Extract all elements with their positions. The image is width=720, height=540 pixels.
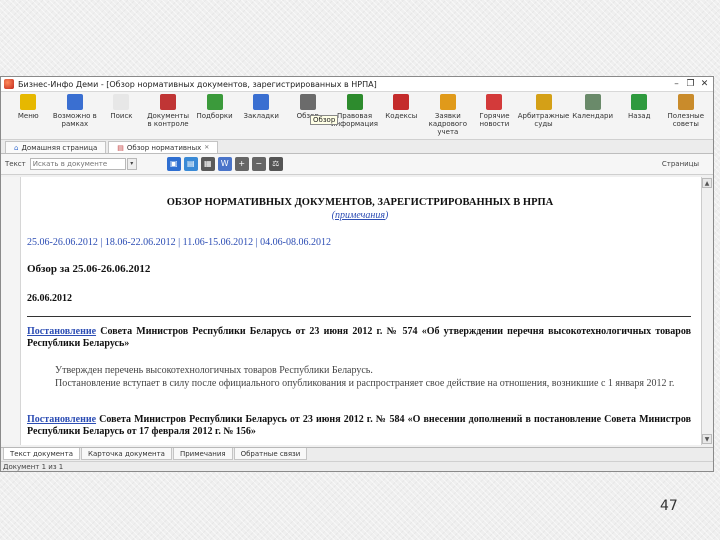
toolbar-button-0[interactable]: Меню bbox=[5, 94, 52, 139]
date-navigation[interactable]: 25.06-26.06.2012 | 18.06-22.06.2012 | 11… bbox=[27, 237, 331, 248]
document-subbar: Текст ▾ ▣▤▦W+−⚖ Страницы bbox=[1, 154, 713, 175]
toolbar-button-label: Подборки bbox=[196, 112, 233, 120]
toolbar-button-label: Календари bbox=[572, 112, 613, 120]
close-button[interactable]: ✕ bbox=[699, 79, 710, 90]
notes-link[interactable]: (примечания) bbox=[27, 210, 693, 221]
pages-label[interactable]: Страницы bbox=[662, 160, 699, 168]
tab-notes[interactable]: Примечания bbox=[172, 448, 233, 460]
home-icon: ⌂ bbox=[14, 143, 19, 152]
doc-icon: ▤ bbox=[117, 143, 124, 152]
toolbar-button-label: Полезные советы bbox=[667, 112, 705, 128]
toolbar-button-label: Назад bbox=[628, 112, 651, 120]
bottom-tabs: Текст документа Карточка документа Приме… bbox=[1, 447, 713, 461]
fire-icon bbox=[486, 94, 503, 110]
toolbar-button-14[interactable]: Полезные советы bbox=[663, 94, 710, 139]
restore-button[interactable]: ❐ bbox=[685, 79, 696, 90]
document-entry: Постановление Совета Министров Республик… bbox=[27, 326, 691, 350]
notebook-icon bbox=[439, 94, 456, 110]
entry-text: Совета Министров Республики Беларусь от … bbox=[27, 326, 691, 349]
date-heading: 26.06.2012 bbox=[27, 293, 72, 304]
toolbar-button-label: Возможно в рамках bbox=[52, 112, 97, 128]
entry-effective-note: Постановление вступает в силу после офиц… bbox=[55, 378, 675, 389]
compare-icon[interactable]: ⚖ bbox=[268, 157, 283, 171]
tab-review[interactable]: ▤ Обзор нормативных ✕ bbox=[108, 141, 219, 153]
tab-document-text[interactable]: Текст документа bbox=[3, 448, 80, 460]
tab-home-label: Домашняя страница bbox=[21, 143, 98, 152]
document-margin bbox=[1, 177, 21, 445]
resolution-link[interactable]: Постановление bbox=[27, 326, 96, 337]
document-tabs: ⌂ Домашняя страница ▤ Обзор нормативных … bbox=[1, 140, 713, 154]
folders-icon bbox=[206, 94, 223, 110]
app-window: Бизнес-Инфо Деми - [Обзор нормативных до… bbox=[0, 76, 714, 472]
document-actions: ▣ ▤ ▦ W + − ⚖ bbox=[166, 157, 283, 171]
calendar-icon bbox=[584, 94, 601, 110]
toolbar-button-3[interactable]: Документы в контроле bbox=[145, 94, 192, 139]
zoom-in-icon[interactable]: + bbox=[234, 157, 249, 171]
app-logo-icon bbox=[4, 79, 14, 89]
print-preview-icon[interactable]: ▣ bbox=[166, 157, 181, 171]
main-toolbar: Меню Возможно в рамках Поиск Документы в ко… bbox=[1, 92, 713, 140]
toolbar-button-label: Кодексы bbox=[385, 112, 418, 120]
scroll-down-button[interactable]: ▼ bbox=[702, 434, 712, 444]
toolbar-button-label: Закладки bbox=[243, 112, 279, 120]
toolbar-button-11[interactable]: Арбитражные суды bbox=[517, 94, 570, 139]
toolbar-button-8[interactable]: Кодексы bbox=[378, 94, 425, 139]
review-heading: Обзор за 25.06-26.06.2012 bbox=[27, 263, 151, 275]
toolbar-button-9[interactable]: Заявки кадрового учета bbox=[425, 94, 472, 139]
smiley-icon bbox=[20, 94, 37, 110]
save-icon[interactable]: ▤ bbox=[183, 157, 198, 171]
print-icon[interactable]: ▦ bbox=[200, 157, 215, 171]
toolbar-button-13[interactable]: Назад bbox=[616, 94, 663, 139]
document-area: ОБЗОР НОРМАТИВНЫХ ДОКУМЕНТОВ, ЗАРЕГИСТРИ… bbox=[1, 177, 713, 445]
bookmark-icon bbox=[253, 94, 270, 110]
toolbar-button-label: Заявки кадрового учета bbox=[428, 112, 468, 136]
document-title: ОБЗОР НОРМАТИВНЫХ ДОКУМЕНТОВ, ЗАРЕГИСТРИ… bbox=[166, 197, 554, 208]
toolbar-button-label: Поиск bbox=[110, 112, 133, 120]
tips-icon bbox=[677, 94, 694, 110]
toolbar-button-12[interactable]: Календари bbox=[569, 94, 616, 139]
divider bbox=[27, 316, 691, 317]
tooltip: Обзор bbox=[310, 115, 339, 125]
document-content: ОБЗОР НОРМАТИВНЫХ ДОКУМЕНТОВ, ЗАРЕГИСТРИ… bbox=[27, 177, 693, 445]
excel-icon bbox=[346, 94, 363, 110]
notes-link-text[interactable]: примечания bbox=[335, 210, 385, 221]
entry-text: Совета Министров Республики Беларусь от … bbox=[27, 414, 691, 437]
toolbar-button-4[interactable]: Подборки bbox=[191, 94, 238, 139]
binoculars-icon bbox=[299, 94, 316, 110]
window-title: Бизнес-Инфо Деми - [Обзор нормативных до… bbox=[18, 79, 377, 89]
tab-backlinks[interactable]: Обратные связи bbox=[233, 448, 308, 460]
status-bar: Документ 1 из 1 bbox=[1, 461, 713, 471]
toolbar-button-label: Арбитражные суды bbox=[517, 112, 570, 128]
search-input[interactable] bbox=[29, 158, 126, 170]
scroll-up-button[interactable]: ▲ bbox=[702, 178, 712, 188]
text-label: Текст bbox=[5, 160, 26, 168]
toolbar-button-label: Меню bbox=[17, 112, 39, 120]
check-doc-icon bbox=[160, 94, 177, 110]
toolbar-button-label: Документы в контроле bbox=[147, 112, 189, 128]
tab-home[interactable]: ⌂ Домашняя страница bbox=[5, 141, 107, 153]
back-arrow-icon bbox=[631, 94, 648, 110]
export-word-icon[interactable]: W bbox=[217, 157, 232, 171]
slide-number: 47 bbox=[660, 498, 678, 514]
entry-summary: Утвержден перечень высокотехнологичных т… bbox=[55, 365, 373, 376]
tab-review-label: Обзор нормативных bbox=[126, 143, 202, 152]
toolbar-button-5[interactable]: Закладки bbox=[238, 94, 285, 139]
book-icon bbox=[66, 94, 83, 110]
tab-document-card[interactable]: Карточка документа bbox=[81, 448, 172, 460]
search-dropdown-button[interactable]: ▾ bbox=[126, 158, 137, 170]
codex-icon bbox=[393, 94, 410, 110]
resolution-link[interactable]: Постановление bbox=[27, 414, 96, 425]
toolbar-button-2[interactable]: Поиск bbox=[98, 94, 145, 139]
toolbar-button-1[interactable]: Возможно в рамках bbox=[52, 94, 99, 139]
document-entry: Постановление Совета Министров Республик… bbox=[27, 414, 691, 438]
zoom-out-icon[interactable]: − bbox=[251, 157, 266, 171]
search-icon bbox=[113, 94, 130, 110]
scales-icon bbox=[535, 94, 552, 110]
vertical-scrollbar[interactable]: ▲ ▼ bbox=[701, 177, 713, 445]
toolbar-button-label: Горячие новости bbox=[479, 112, 510, 128]
title-bar: Бизнес-Инфо Деми - [Обзор нормативных до… bbox=[1, 77, 713, 92]
minimize-button[interactable]: – bbox=[671, 79, 682, 90]
toolbar-button-10[interactable]: Горячие новости bbox=[471, 94, 518, 139]
tab-close-icon[interactable]: ✕ bbox=[204, 144, 209, 151]
